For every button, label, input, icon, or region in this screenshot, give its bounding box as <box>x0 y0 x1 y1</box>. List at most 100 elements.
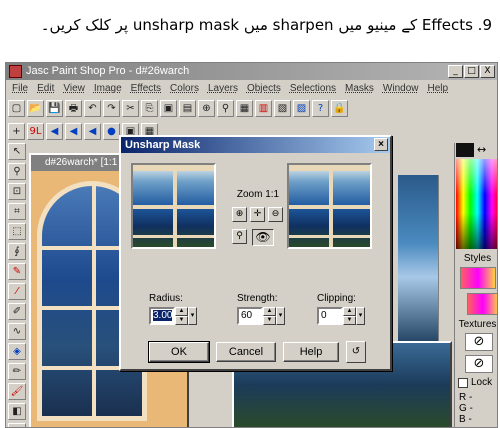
red-readout: R - <box>459 392 473 403</box>
menu-colors[interactable]: Colors <box>170 81 199 96</box>
print-icon[interactable]: 🖶 <box>65 99 82 117</box>
zoom-tool-icon[interactable]: ⚲ <box>8 163 26 180</box>
dropper-tool-icon[interactable]: ✎ <box>8 263 26 280</box>
clipping-field[interactable]: 0 <box>317 307 343 325</box>
reset-icon[interactable]: ↺ <box>346 341 366 363</box>
foreground-swatch[interactable] <box>456 143 474 157</box>
strength-spinner[interactable]: 60 ▲ ▼ ▾ <box>237 307 285 325</box>
zoom-in-icon[interactable]: ⊕ <box>232 207 247 222</box>
browse-icon[interactable]: ⊕ <box>198 99 215 117</box>
menu-image[interactable]: Image <box>94 81 122 96</box>
globe-icon[interactable]: ● <box>103 122 120 140</box>
strength-dropdown[interactable]: ▾ <box>276 307 285 325</box>
screen-icon[interactable]: ▤ <box>179 99 196 117</box>
crosshair-icon[interactable]: + <box>8 122 25 140</box>
deform-tool-icon[interactable]: ⊡ <box>8 183 26 200</box>
menu-selections[interactable]: Selections <box>290 81 336 96</box>
text-tool-icon[interactable]: A <box>8 423 26 427</box>
copy-icon[interactable]: ⎘ <box>141 99 158 117</box>
dialog-close-button[interactable]: × <box>374 138 388 151</box>
zoom-icon[interactable]: ⚲ <box>217 99 234 117</box>
menu-help[interactable]: Help <box>428 81 449 96</box>
lasso-tool-icon[interactable]: ∮ <box>8 243 26 260</box>
menu-edit[interactable]: Edit <box>37 81 54 96</box>
undo-icon[interactable]: ↶ <box>84 99 101 117</box>
pan-icon[interactable]: ✛ <box>250 207 265 222</box>
menu-window[interactable]: Window <box>383 81 419 96</box>
clipping-arrows[interactable]: ▲ ▼ <box>343 307 356 325</box>
radius-field[interactable]: 3.00 <box>149 307 175 325</box>
cancel-button[interactable]: Cancel <box>216 342 276 362</box>
clipping-dropdown[interactable]: ▾ <box>356 307 365 325</box>
clipping-spinner[interactable]: 0 ▲ ▼ ▾ <box>317 307 365 325</box>
histogram-icon[interactable]: ▥ <box>255 99 272 117</box>
window-controls: _ □ X <box>448 65 495 78</box>
minimize-button[interactable]: _ <box>448 65 463 78</box>
menu-masks[interactable]: Masks <box>345 81 374 96</box>
cut-icon[interactable]: ✂ <box>122 99 139 117</box>
proof-icon[interactable]: ⚲ <box>232 229 247 244</box>
radius-arrows[interactable]: ▲ ▼ <box>175 307 188 325</box>
layer-number-icon[interactable]: 9L <box>27 122 44 140</box>
blue-readout: B - <box>459 414 472 425</box>
help-icon[interactable]: ? <box>312 99 329 117</box>
strength-arrows[interactable]: ▲ ▼ <box>263 307 276 325</box>
ok-button[interactable]: OK <box>148 341 210 363</box>
clone-tool-icon[interactable]: ✐ <box>8 303 26 320</box>
paste-icon[interactable]: ▣ <box>160 99 177 117</box>
redo-icon[interactable]: ↷ <box>103 99 120 117</box>
menu-objects[interactable]: Objects <box>247 81 281 96</box>
retouch-tool-icon[interactable]: ∿ <box>8 323 26 340</box>
pen-tool-icon[interactable]: ✏ <box>8 363 26 380</box>
texture-none-icon[interactable]: ⊘ <box>465 333 493 351</box>
instruction-text: 9. Effects کے مینیو میں sharpen میں unsh… <box>40 16 492 34</box>
radius-dropdown[interactable]: ▾ <box>188 307 197 325</box>
maximize-button[interactable]: □ <box>464 65 479 78</box>
new-icon[interactable]: ▢ <box>8 99 25 117</box>
paint-tool-icon[interactable]: 🖌 <box>8 383 26 400</box>
strength-label: Strength: <box>237 293 278 304</box>
back-icon[interactable]: ◀ <box>46 122 63 140</box>
help-button[interactable]: Help <box>283 342 339 362</box>
open-icon[interactable]: 📂 <box>27 99 44 117</box>
styles-swatch-2[interactable] <box>467 293 497 315</box>
dialog-title: Unsharp Mask × <box>121 137 390 153</box>
layer-icon[interactable]: ▦ <box>236 99 253 117</box>
menu-file[interactable]: File <box>12 81 28 96</box>
after-preview <box>287 163 372 249</box>
menubar: File Edit View Image Effects Colors Laye… <box>6 81 497 96</box>
selection-tool-icon[interactable]: ⬚ <box>8 223 26 240</box>
styles-label: Styles <box>463 253 492 264</box>
menu-effects[interactable]: Effects <box>131 81 161 96</box>
app-icon <box>9 65 22 78</box>
menu-layers[interactable]: Layers <box>208 81 238 96</box>
overview-icon[interactable]: ▨ <box>293 99 310 117</box>
green-readout: G - <box>459 403 473 414</box>
dialog-title-text: Unsharp Mask <box>125 139 201 151</box>
styles-swatch[interactable] <box>460 267 496 289</box>
color-spectrum[interactable] <box>456 159 497 249</box>
app-titlebar: Jasc Paint Shop Pro - d#26warch _ □ X <box>6 63 497 80</box>
texture-none-icon-2[interactable]: ⊘ <box>465 355 493 373</box>
unsharp-mask-dialog: Unsharp Mask × Zoom 1:1 ⊕ ✛ ⊖ ⚲ 👁 Radius… <box>119 135 392 371</box>
menu-view[interactable]: View <box>63 81 85 96</box>
tool-palette: ↖ ⚲ ⊡ ⌗ ⬚ ∮ ✎ ⁄ ✐ ∿ ◈ ✏ 🖌 ◧ A <box>8 143 28 427</box>
radius-spinner[interactable]: 3.00 ▲ ▼ ▾ <box>149 307 197 325</box>
swap-colors-icon[interactable]: ↔ <box>477 143 486 156</box>
color-replacer-tool-icon[interactable]: ◈ <box>8 343 26 360</box>
fill-tool-icon[interactable]: ◧ <box>8 403 26 420</box>
strength-field[interactable]: 60 <box>237 307 263 325</box>
back-icon-2[interactable]: ◀ <box>65 122 82 140</box>
textures-label: Textures <box>458 319 497 330</box>
save-icon[interactable]: 💾 <box>46 99 63 117</box>
eye-icon[interactable]: 👁 <box>252 229 274 246</box>
pointer-tool-icon[interactable]: ↖ <box>8 143 26 160</box>
lock-icon[interactable]: 🔒 <box>331 99 348 117</box>
zoom-out-icon[interactable]: ⊖ <box>268 207 283 222</box>
brush-tool-icon[interactable]: ⁄ <box>8 283 26 300</box>
close-button[interactable]: X <box>480 65 495 78</box>
back-icon-3[interactable]: ◀ <box>84 122 101 140</box>
palette-icon[interactable]: ▧ <box>274 99 291 117</box>
lock-checkbox[interactable]: Lock <box>458 377 492 388</box>
crop-tool-icon[interactable]: ⌗ <box>8 203 26 220</box>
